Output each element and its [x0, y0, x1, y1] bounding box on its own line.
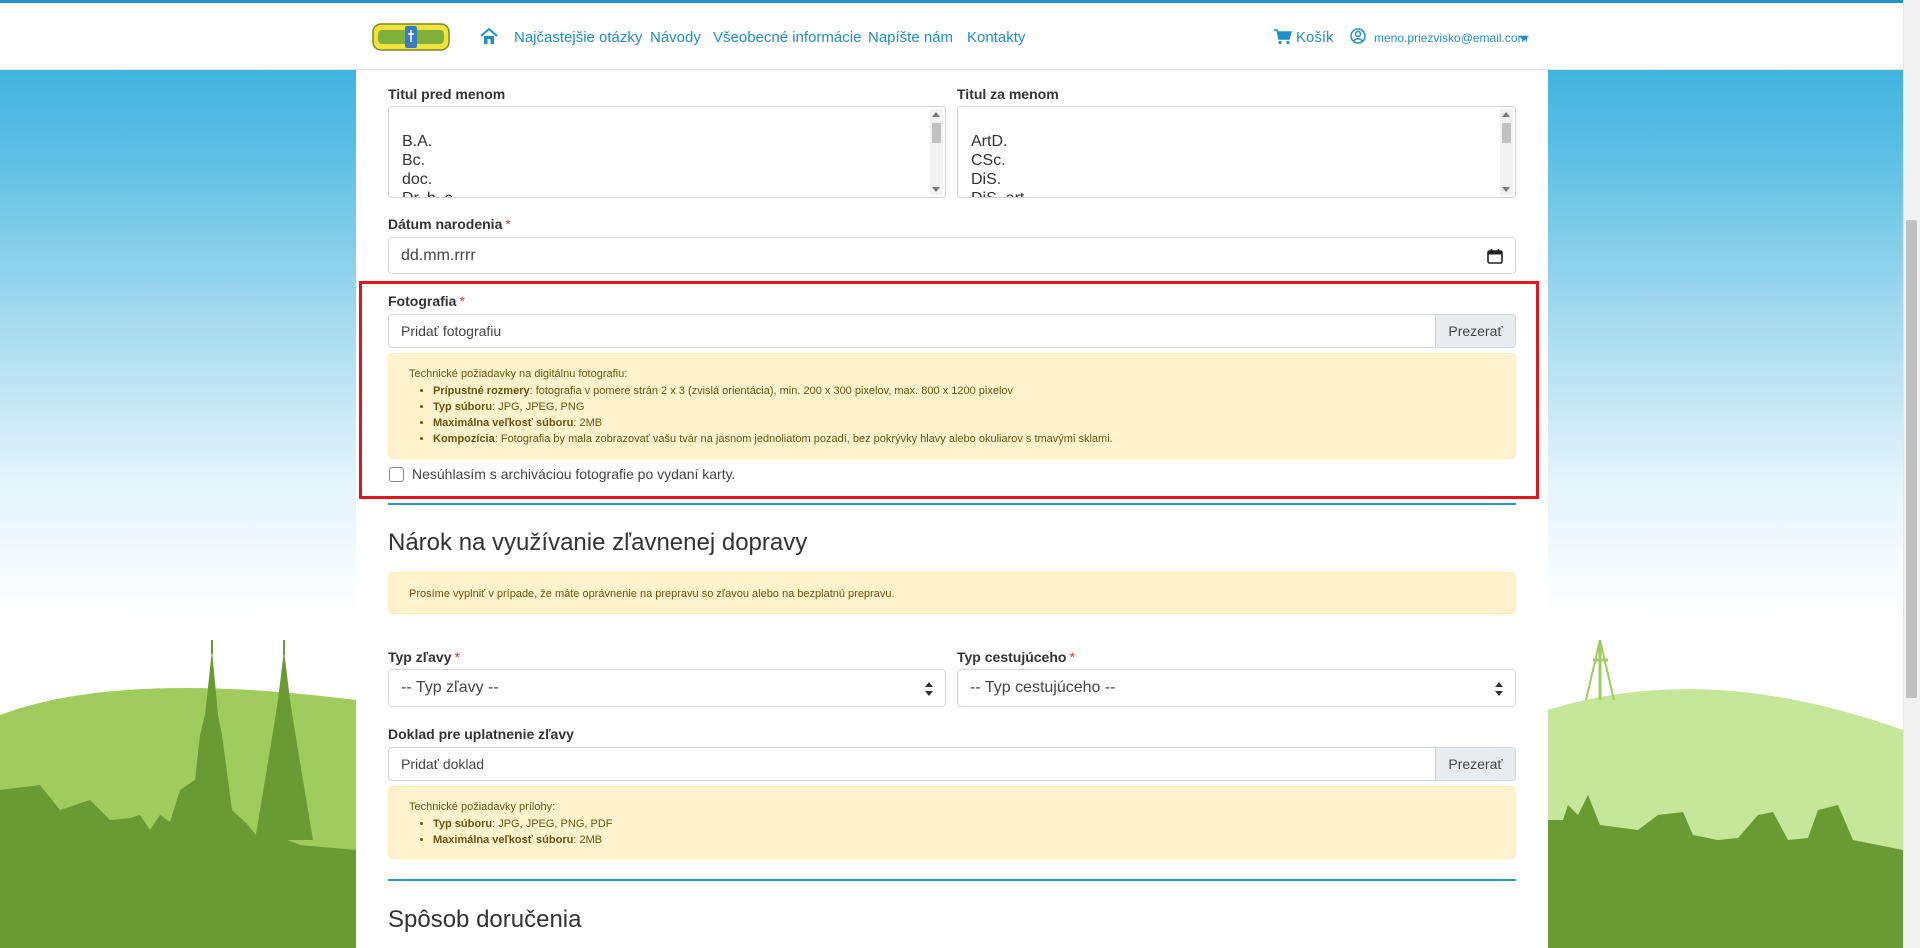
list-option[interactable]: Dr. h. c. — [402, 190, 457, 197]
discount-document-label: Doklad pre uplatnenie zľavy — [388, 726, 574, 742]
discount-document-file-input[interactable]: Pridať doklad Prezerať — [388, 747, 1516, 781]
title-after-listbox[interactable]: ArtD. CSc. DiS. DiS. art. — [957, 106, 1516, 198]
list-option[interactable]: DiS. — [971, 171, 1001, 189]
calendar-icon[interactable] — [1487, 248, 1503, 264]
discount-document-file-text: Pridať doklad — [401, 756, 485, 772]
nav-link-faq[interactable]: Najčastejšie otázky — [514, 29, 642, 46]
document-requirements-heading: Technické požiadavky prílohy: — [409, 801, 556, 813]
user-menu-email[interactable]: meno.priezvisko@email.com — [1374, 31, 1528, 45]
page-scroll-thumb[interactable] — [1906, 220, 1917, 698]
select-arrows-icon — [925, 682, 933, 696]
section-divider — [388, 503, 1516, 505]
discount-type-select[interactable]: -- Typ zľavy -- — [388, 669, 946, 707]
required-mark: * — [454, 649, 460, 665]
cart-icon[interactable] — [1274, 29, 1292, 45]
chevron-down-icon[interactable] — [1519, 36, 1529, 41]
list-item: Maximálna veľkosť súboru: 2MB — [433, 415, 1113, 431]
scroll-down-icon[interactable] — [1502, 187, 1510, 192]
list-item: Prípustné rozmery: fotografia v pomere s… — [433, 383, 1113, 399]
photo-requirements-list: Prípustné rozmery: fotografia v pomere s… — [433, 383, 1113, 447]
nav-link-contacts[interactable]: Kontakty — [967, 29, 1025, 46]
discount-document-browse-button[interactable]: Prezerať — [1435, 748, 1515, 780]
nav-link-write-us[interactable]: Napíšte nám — [868, 29, 953, 46]
required-mark: * — [1069, 649, 1075, 665]
photo-archive-consent-checkbox[interactable] — [389, 467, 404, 482]
listbox-scroll-thumb[interactable] — [1502, 123, 1511, 143]
listbox-scrollbar[interactable] — [930, 109, 943, 195]
birth-date-input[interactable]: dd.mm.rrrr — [388, 237, 1516, 274]
title-before-label: Titul pred menom — [388, 86, 506, 102]
navbar: Najčastejšie otázky Návody Všeobecné inf… — [0, 3, 1920, 70]
scroll-down-icon[interactable] — [932, 187, 940, 192]
required-mark: * — [505, 216, 511, 232]
photo-requirements-heading: Technické požiadavky na digitálnu fotogr… — [409, 368, 628, 380]
photo-label: Fotografia * — [388, 293, 465, 309]
title-before-listbox[interactable]: B.A. Bc. doc. Dr. h. c. — [388, 106, 946, 198]
discount-type-selected: -- Typ zľavy -- — [401, 679, 499, 696]
nav-link-general-info[interactable]: Všeobecné informácie — [713, 29, 861, 46]
city-silhouette-left — [0, 640, 356, 948]
photo-browse-button[interactable]: Prezerať — [1435, 315, 1515, 347]
scroll-up-icon[interactable] — [932, 112, 940, 117]
select-arrows-icon — [1495, 682, 1503, 696]
list-item: Kompozícia: Fotografia by mala zobrazova… — [433, 431, 1113, 447]
user-circle-icon[interactable] — [1350, 28, 1366, 44]
required-mark: * — [459, 293, 465, 309]
list-item: Maximálna veľkosť súboru: 2MB — [433, 832, 613, 848]
document-requirements-list: Typ súboru: JPG, JPEG, PNG, PDF Maximáln… — [433, 816, 613, 848]
listbox-scroll-thumb[interactable] — [932, 123, 941, 143]
list-option[interactable]: doc. — [402, 171, 432, 189]
traveler-type-label: Typ cestujúceho * — [957, 649, 1075, 665]
birth-date-placeholder: dd.mm.rrrr — [401, 246, 476, 264]
list-option[interactable]: Bc. — [402, 152, 425, 170]
birth-date-label: Dátum narodenia * — [388, 216, 511, 232]
list-item: Typ súboru: JPG, JPEG, PNG, PDF — [433, 816, 613, 832]
section-divider — [388, 879, 1516, 881]
city-silhouette-right — [1548, 640, 1903, 948]
dpmz-logo[interactable] — [372, 20, 450, 54]
nav-link-guides[interactable]: Návody — [650, 29, 701, 46]
home-icon[interactable] — [480, 28, 498, 44]
photo-requirements-alert: Technické požiadavky na digitálnu fotogr… — [388, 353, 1516, 459]
traveler-type-selected: -- Typ cestujúceho -- — [970, 679, 1116, 696]
cart-link[interactable]: Košík — [1296, 29, 1334, 46]
scroll-up-icon[interactable] — [1502, 112, 1510, 117]
discount-notice-alert: Prosíme vyplniť v prípade, že máte opráv… — [388, 572, 1516, 614]
traveler-type-select[interactable]: -- Typ cestujúceho -- — [957, 669, 1516, 707]
list-option[interactable]: B.A. — [402, 133, 432, 151]
listbox-scrollbar[interactable] — [1500, 109, 1513, 195]
list-option[interactable]: ArtD. — [971, 133, 1007, 151]
photo-file-input[interactable]: Pridať fotografiu Prezerať — [388, 314, 1516, 348]
title-after-label: Titul za menom — [957, 86, 1059, 102]
list-item: Typ súboru: JPG, JPEG, PNG — [433, 399, 1113, 415]
photo-archive-consent-label[interactable]: Nesúhlasím s archiváciou fotografie po v… — [412, 466, 735, 482]
delivery-section-title: Spôsob doručenia — [388, 906, 582, 933]
list-option[interactable]: CSc. — [971, 152, 1006, 170]
discount-notice-text: Prosíme vyplniť v prípade, že máte opráv… — [409, 588, 895, 600]
discount-section-title: Nárok na využívanie zľavnenej dopravy — [388, 529, 808, 556]
list-option[interactable]: DiS. art. — [971, 190, 1029, 197]
photo-file-text: Pridať fotografiu — [401, 323, 502, 339]
discount-type-label: Typ zľavy * — [388, 649, 460, 665]
document-requirements-alert: Technické požiadavky prílohy: Typ súboru… — [388, 786, 1516, 859]
